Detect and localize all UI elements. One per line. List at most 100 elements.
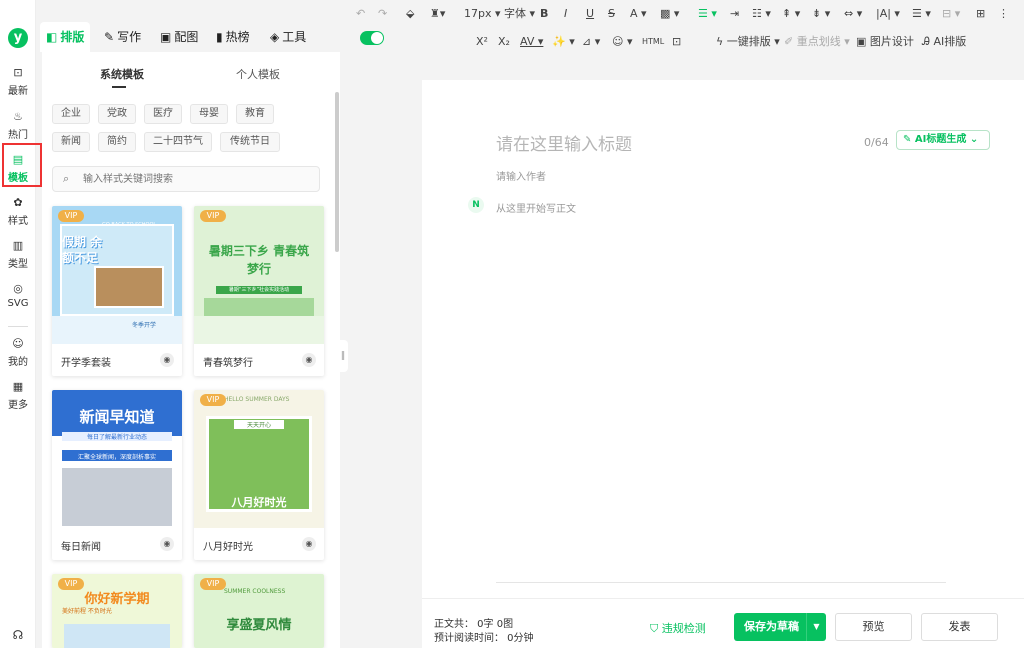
highlight-color-icon[interactable]: ▩ ▾ <box>660 6 679 22</box>
latest-icon: ⊡ <box>13 66 23 79</box>
template-card[interactable]: 新闻早知道 每日了解最新行业动态 汇聚全球新闻，深度剖析事实 每日新闻 ◉ <box>52 390 182 560</box>
tab-label: 排版 <box>60 30 85 44</box>
template-search[interactable]: ⌕ <box>52 166 320 192</box>
redo-icon[interactable]: ↷ <box>378 6 387 22</box>
rail-item-more[interactable]: ▦ 更多 <box>0 378 36 418</box>
category-tag[interactable]: 二十四节气 <box>144 132 212 152</box>
image-design-button[interactable]: ▣ 图片设计 <box>856 34 914 50</box>
clear-format-icon[interactable]: ♜▾ <box>430 6 445 22</box>
preview-eye-icon[interactable]: ◉ <box>302 537 316 551</box>
superscript-button[interactable]: X² <box>476 34 488 50</box>
underline-icon[interactable]: U <box>586 6 594 22</box>
tab-trending[interactable]: ▮ 热榜 <box>210 22 256 52</box>
indent-both-icon[interactable]: ⇔ ▾ <box>844 6 862 22</box>
indent-icon[interactable]: ⇥ <box>730 6 739 22</box>
html-icon[interactable]: HTML <box>642 34 664 50</box>
rail-item-svg[interactable]: ◎ SVG <box>0 280 36 320</box>
paragraph-after-icon[interactable]: ⇟ ▾ <box>812 6 830 22</box>
italic-icon[interactable]: I <box>564 6 567 22</box>
list-icon[interactable]: ☰ ▾ <box>912 6 931 22</box>
subscript-button[interactable]: X₂ <box>498 34 510 50</box>
category-tag[interactable]: 医疗 <box>144 104 182 124</box>
category-tag[interactable]: 教育 <box>236 104 274 124</box>
preview-eye-icon[interactable]: ◉ <box>160 537 174 551</box>
letter-spacing-icon[interactable]: |A| ▾ <box>876 6 900 22</box>
tab-personal-templates[interactable]: 个人模板 <box>236 66 280 82</box>
violation-check-button[interactable]: ⛉ 违规检测 <box>650 620 706 636</box>
pen-icon: ✎ <box>104 30 115 44</box>
thumb-tagline: 美好前程 不负时光 <box>62 608 112 615</box>
category-tag[interactable]: 母婴 <box>190 104 228 124</box>
strikethrough-icon[interactable]: S <box>608 6 615 22</box>
align-icon[interactable]: ☰ ▾ <box>698 6 717 22</box>
author-input[interactable]: 请输入作者 <box>496 168 546 183</box>
undo-icon[interactable]: ↶ <box>356 6 365 22</box>
tab-layout[interactable]: ◧ 排版 <box>40 22 91 52</box>
template-card[interactable]: 暑期三下乡 青春筑梦行 暑期“三下乡”社会实践活动 VIP 青春筑梦行 ◉ <box>194 206 324 376</box>
template-card[interactable]: 你好新学期 美好前程 不负时光 VIP <box>52 574 182 648</box>
paragraph-before-icon[interactable]: ⇞ ▾ <box>782 6 800 22</box>
publish-button[interactable]: 发表 <box>921 613 998 641</box>
app-logo[interactable]: y <box>8 28 28 48</box>
template-card[interactable]: HELLO SUMMER DAYS 天天开心 八月好时光 VIP 八月好时光 ◉ <box>194 390 324 560</box>
thumb-photo <box>64 624 170 648</box>
template-card[interactable]: SUMMER COOLNESS 享盛夏风情 VIP <box>194 574 324 648</box>
title-input[interactable]: 请在这里输入标题 <box>496 130 632 155</box>
thumb-title: 八月好时光 <box>231 496 287 509</box>
line-height-icon[interactable]: ☷ ▾ <box>752 6 771 22</box>
one-click-layout-button[interactable]: ϟ 一键排版 ▾ <box>716 34 780 50</box>
font-family-select[interactable]: 字体 ▾ <box>504 6 535 22</box>
tab-write[interactable]: ✎ 写作 <box>98 22 147 52</box>
panel-collapse-handle[interactable]: ‖ <box>338 340 348 372</box>
ai-assistant-icon[interactable]: N <box>468 197 484 213</box>
preview-button[interactable]: 预览 <box>835 613 912 641</box>
bold-icon[interactable]: B <box>540 6 548 22</box>
rail-label: 更多 <box>8 400 28 411</box>
key-underline-button[interactable]: ✐ 重点划线 ▾ <box>784 34 850 50</box>
category-tag[interactable]: 新闻 <box>52 132 90 152</box>
rail-label: 样式 <box>8 216 28 227</box>
editor-divider <box>496 582 946 583</box>
headset-icon[interactable]: ☊ <box>9 628 27 642</box>
category-tag[interactable]: 简约 <box>98 132 136 152</box>
magic-icon[interactable]: ✨ ▾ <box>552 34 575 50</box>
emoji-icon[interactable]: ☺ ▾ <box>612 34 633 50</box>
template-panel: 系统模板 个人模板 企业 党政 医疗 母婴 教育 新闻 简约 二十四节气 传统节… <box>42 52 340 648</box>
ai-layout-button[interactable]: Ꭿ AI排版 <box>922 34 966 50</box>
ai-layout-label: AI排版 <box>933 35 967 48</box>
panel-toggle[interactable] <box>360 31 384 45</box>
category-tag[interactable]: 传统节日 <box>220 132 280 152</box>
category-tag[interactable]: 党政 <box>98 104 136 124</box>
panel-scrollbar[interactable] <box>335 92 339 252</box>
thumb-tagline: 汇聚全球新闻，深度剖析事实 <box>77 454 156 461</box>
ai-title-button[interactable]: ✎ AI标题生成 ⌄ <box>896 130 990 150</box>
vip-badge: VIP <box>58 578 84 590</box>
body-editor[interactable]: 从这里开始写正文 <box>496 200 576 215</box>
rail-item-mine[interactable]: ☺ 我的 <box>0 335 36 375</box>
more-tools-icon[interactable]: ⋮ <box>998 6 1009 22</box>
briefcase-icon[interactable]: ⊡ <box>672 34 681 50</box>
card-footer: 青春筑梦行 ◉ <box>194 346 324 376</box>
tab-image[interactable]: ▣ 配图 <box>154 22 204 52</box>
font-color-icon[interactable]: A ▾ <box>630 6 647 22</box>
rail-item-type[interactable]: ▥ 类型 <box>0 237 36 277</box>
rail-item-style[interactable]: ✿ 样式 <box>0 194 36 234</box>
preview-eye-icon[interactable]: ◉ <box>160 353 174 367</box>
table-icon[interactable]: ⊞ <box>976 6 985 22</box>
chart-icon[interactable]: ⊿ ▾ <box>582 34 600 50</box>
font-size-select[interactable]: 17px ▾ <box>464 6 501 22</box>
template-thumbnail: 你好新学期 美好前程 不负时光 VIP <box>52 574 182 648</box>
preview-eye-icon[interactable]: ◉ <box>302 353 316 367</box>
tab-system-templates[interactable]: 系统模板 <box>100 66 144 82</box>
more-icon: ▦ <box>12 380 24 393</box>
format-brush-icon[interactable]: ⬙ <box>406 6 414 22</box>
char-spacing-icon[interactable]: AV ▾ <box>520 34 543 50</box>
rail-item-latest[interactable]: ⊡ 最新 <box>0 64 36 104</box>
category-tag[interactable]: 企业 <box>52 104 90 124</box>
tab-tools[interactable]: ◈ 工具 <box>264 22 312 52</box>
template-card[interactable]: GO BACK TO SCHOOL 假期 余额不足 冬季开学 VIP 开学季套装… <box>52 206 182 376</box>
save-options-chevron-icon[interactable]: ▼ <box>806 613 826 641</box>
search-icon: ⌕ <box>63 172 70 185</box>
template-search-input[interactable] <box>83 171 313 187</box>
rail-item-hot[interactable]: ♨ 热门 <box>0 108 36 148</box>
